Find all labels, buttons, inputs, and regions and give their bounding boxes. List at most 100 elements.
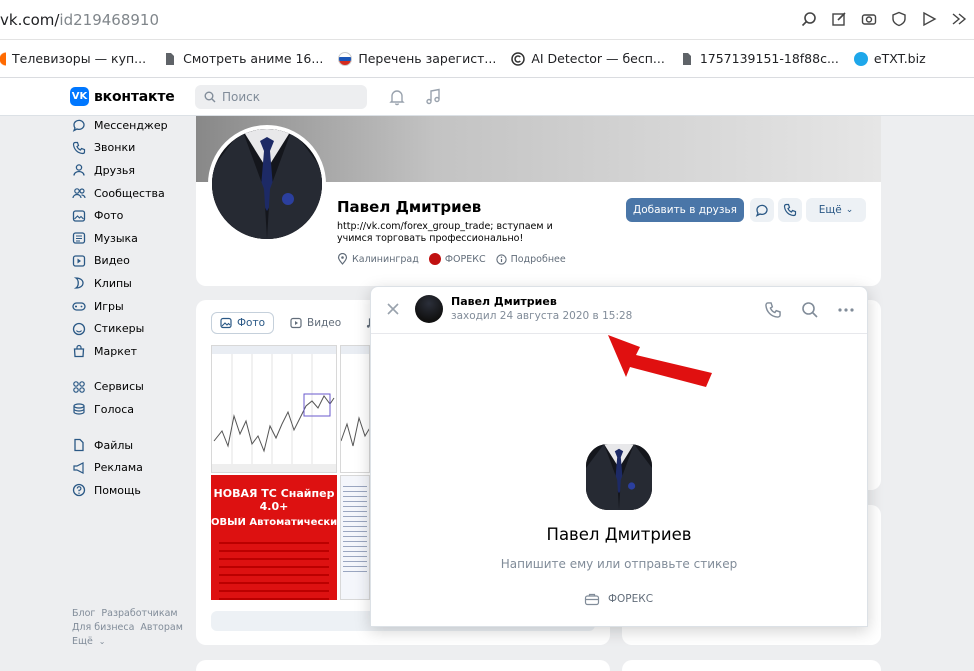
bell-icon[interactable] xyxy=(388,88,406,106)
bookmark-1[interactable]: Телевизоры — куп... xyxy=(0,51,155,66)
bookmark-3[interactable]: Перечень зарегист... xyxy=(338,51,505,66)
sidebar-item-users[interactable]: Сообщества xyxy=(72,182,192,205)
profile-group-link[interactable]: ФОРЕКС xyxy=(428,253,486,265)
sidebar-item-photo[interactable]: Фото xyxy=(72,204,192,227)
info-icon xyxy=(495,253,507,265)
profile-avatar[interactable] xyxy=(208,125,326,243)
more-button[interactable]: Ещё ⌄ xyxy=(806,198,866,222)
sidebar-item-label: Реклама xyxy=(94,461,143,475)
profile-info-row: Калининград ФОРЕКС Подробнее xyxy=(337,253,566,265)
tab-photos[interactable]: Фото xyxy=(211,312,275,334)
profile-details-link[interactable]: Подробнее xyxy=(495,253,566,265)
search-input[interactable]: Поиск xyxy=(195,85,367,109)
phone-icon[interactable] xyxy=(764,301,782,319)
sidebar-item-help[interactable]: Помощь xyxy=(72,479,192,502)
footer-authors-link[interactable]: Авторам xyxy=(140,622,182,633)
smile-icon xyxy=(72,322,86,336)
url-host: vk.com/ xyxy=(0,11,60,29)
bookmark-5[interactable]: 1757139151-18f88c... xyxy=(680,51,848,66)
sidebar-item-megaphone[interactable]: Реклама xyxy=(72,456,192,479)
vk-logo[interactable]: VK вконтакте xyxy=(70,87,175,106)
sidebar-item-video[interactable]: Видео xyxy=(72,250,192,273)
bookmark-label: eTXT.biz xyxy=(873,51,926,66)
sidebar-item-chat[interactable]: Мессенджер xyxy=(72,114,192,137)
bookmark-6[interactable]: eTXT.biz xyxy=(853,51,935,66)
bookmark-4[interactable]: AI Detector — бесп... xyxy=(511,51,674,66)
bookmark-label: Перечень зарегист... xyxy=(358,51,497,66)
tab-video-label: Видео xyxy=(307,317,342,329)
bookmark-2[interactable]: Смотреть аниме 16... xyxy=(163,51,332,66)
shield-icon[interactable] xyxy=(890,10,908,28)
promo-subtitle: ОВЫЙ Автоматический робо xyxy=(211,517,337,528)
photo-thumb-1[interactable] xyxy=(211,345,337,473)
tab-photos-label: Фото xyxy=(237,317,266,329)
tab-video[interactable]: Видео xyxy=(282,312,349,334)
left-sidebar: Мессенджер Звонки Друзья Сообщества Фото Музы… xyxy=(72,114,192,502)
sidebar-item-label: Сообщества xyxy=(94,186,165,200)
chat-contact-name[interactable]: Павел Дмитриев xyxy=(451,295,557,308)
video-icon xyxy=(290,317,302,329)
zoom-icon[interactable] xyxy=(800,10,818,28)
sidebar-item-grid[interactable]: Сервисы xyxy=(72,376,192,399)
sidebar-item-smile[interactable]: Стикеры xyxy=(72,317,192,340)
add-friend-button[interactable]: Добавить в друзья xyxy=(626,198,744,222)
chat-last-seen: заходил 24 августа 2020 в 15:28 xyxy=(451,310,633,322)
flag-icon xyxy=(338,51,353,66)
sidebar-item-label: Голоса xyxy=(94,402,134,416)
photo-thumb-4[interactable] xyxy=(340,475,370,600)
close-icon[interactable] xyxy=(385,301,401,317)
profile-city-label: Калининград xyxy=(352,253,419,265)
edit-icon[interactable] xyxy=(830,10,848,28)
copyright-icon xyxy=(511,51,526,66)
etxt-icon xyxy=(853,51,868,66)
send-icon[interactable] xyxy=(920,10,938,28)
footer-blog-link[interactable]: Блог xyxy=(72,608,95,619)
sidebar-item-phone[interactable]: Звонки xyxy=(72,137,192,160)
url-field[interactable]: vk.com/id219468910 xyxy=(0,11,159,29)
photo-thumb-3[interactable]: НОВАЯ ТС Снайпер 4.0+ ОВЫЙ Автоматически… xyxy=(211,475,337,600)
chat-group-link[interactable]: ФОРЕКС xyxy=(584,592,653,606)
chat-big-name: Павел Дмитриев xyxy=(546,525,692,544)
bag-icon xyxy=(72,344,86,358)
chart-image xyxy=(212,346,336,472)
sidebar-item-user[interactable]: Друзья xyxy=(72,159,192,182)
phone-icon xyxy=(72,141,86,155)
search-icon[interactable] xyxy=(801,301,819,319)
users-icon xyxy=(72,186,86,200)
sidebar-item-bag[interactable]: Маркет xyxy=(72,340,192,363)
footer-biz-link[interactable]: Для бизнеса xyxy=(72,622,134,633)
photo-icon xyxy=(72,209,86,223)
chat-icon xyxy=(72,118,86,133)
chat-avatar[interactable] xyxy=(415,295,443,323)
chat-icon xyxy=(755,204,768,217)
music-icon xyxy=(72,231,86,245)
vk-header: VK вконтакте Поиск xyxy=(0,78,974,116)
thumb-text-block xyxy=(343,482,367,572)
camera-icon[interactable] xyxy=(860,10,878,28)
sidebar-item-file[interactable]: Файлы xyxy=(72,434,192,457)
more-dots-icon[interactable] xyxy=(837,301,855,319)
profile-status[interactable]: http://vk.com/forex_group_trade; вступае… xyxy=(337,221,577,245)
photo-thumb-2[interactable] xyxy=(340,345,370,473)
user-icon xyxy=(72,163,86,177)
bookmark-label: 1757139151-18f88c... xyxy=(699,51,839,66)
sidebar-item-music[interactable]: Музыка xyxy=(72,227,192,250)
bookmarks-bar: Телевизоры — куп... Смотреть аниме 16...… xyxy=(0,40,974,78)
call-button[interactable] xyxy=(778,198,802,222)
sidebar-item-label: Маркет xyxy=(94,344,138,358)
forward-icon[interactable] xyxy=(950,10,968,28)
sidebar-item-label: Видео xyxy=(94,254,130,268)
sidebar-item-label: Музыка xyxy=(94,231,138,245)
more-label: Ещё xyxy=(818,204,842,216)
search-icon xyxy=(204,91,216,103)
message-button[interactable] xyxy=(750,198,774,222)
footer-more-link[interactable]: Ещё xyxy=(72,636,93,647)
music-note-icon[interactable] xyxy=(424,88,442,106)
search-placeholder: Поиск xyxy=(222,90,261,104)
sidebar-item-clips[interactable]: Клипы xyxy=(72,272,192,295)
photo-icon xyxy=(220,317,232,329)
sidebar-item-label: Клипы xyxy=(94,276,132,290)
sidebar-item-coins[interactable]: Голоса xyxy=(72,398,192,421)
sidebar-item-gamepad[interactable]: Игры xyxy=(72,295,192,318)
footer-dev-link[interactable]: Разработчикам xyxy=(101,608,177,619)
